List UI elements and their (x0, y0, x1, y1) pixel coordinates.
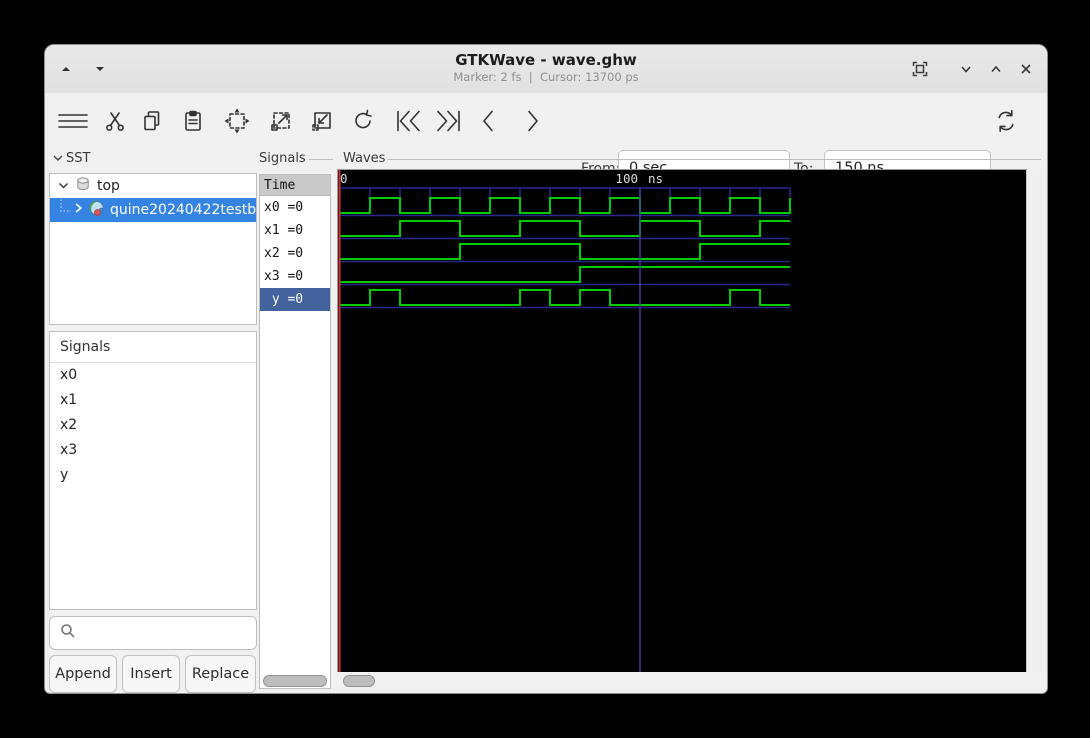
sst-tree: top quine20240422testbench (49, 173, 257, 325)
expander-chevron-down-icon (58, 178, 69, 194)
titlebar: GTKWave - wave.ghw Marker: 2 fs | Cursor… (45, 45, 1047, 94)
frame-line (388, 158, 1041, 160)
undo-button[interactable] (345, 103, 381, 139)
double-chevron-right-bar-icon (434, 108, 462, 134)
time-header[interactable]: Time (260, 175, 330, 196)
waveform-trace-x2 (340, 243, 790, 260)
fullscreen-icon (910, 59, 930, 79)
close-button[interactable] (1013, 56, 1039, 82)
signals-frame-label-row: Signals (259, 151, 333, 166)
signal-value-row[interactable]: x2 =0 (260, 242, 330, 265)
signal-browser-items: x0 x1 x2 x3 y (50, 363, 256, 488)
double-chevron-left-bar-icon (395, 108, 423, 134)
shift-right-button[interactable] (514, 103, 550, 139)
scrollbar-thumb[interactable] (343, 675, 375, 687)
signal-value-row[interactable]: x1 =0 (260, 219, 330, 242)
gtkwave-window: GTKWave - wave.ghw Marker: 2 fs | Cursor… (44, 44, 1048, 694)
signal-browser-item-x0[interactable]: x0 (50, 363, 256, 388)
sst-section-header[interactable]: SST (53, 151, 123, 166)
tree-node-label: quine20240422testbench (110, 202, 256, 218)
architecture-sphere-icon (88, 200, 105, 221)
signal-value-list: Time x0 =0 x1 =0 x2 =0 x3 =0 y =0 (259, 174, 331, 689)
signal-browser-item-y[interactable]: y (50, 463, 256, 488)
chevron-down-icon (958, 61, 974, 77)
tree-guide-lines (58, 198, 72, 222)
titlebar-text: GTKWave - wave.ghw Marker: 2 fs | Cursor… (45, 50, 1047, 85)
zoom-in-icon (268, 108, 294, 134)
reload-icon (993, 108, 1019, 134)
copy-icon (140, 109, 164, 133)
tree-node-label: top (97, 178, 120, 194)
signal-value-row[interactable]: y =0 (260, 288, 330, 311)
hamburger-menu-icon (57, 109, 89, 133)
maximize-button[interactable] (983, 56, 1009, 82)
window-subtitle: Marker: 2 fs | Cursor: 13700 ps (453, 70, 639, 84)
timeline-label: 100 (615, 171, 638, 186)
sst-label: SST (66, 151, 91, 166)
module-cylinder-icon (75, 176, 91, 196)
toolbar: From: 0 sec To: 150 ns (45, 93, 1047, 187)
scrollbar-thumb[interactable] (263, 675, 327, 687)
zoom-out-button[interactable] (304, 103, 340, 139)
menu-button[interactable] (55, 103, 91, 139)
zoom-in-button[interactable] (263, 103, 299, 139)
tree-node-top[interactable]: top (50, 174, 256, 198)
waves-vscrollbar[interactable] (1026, 170, 1042, 672)
expander-chevron-right-icon (74, 202, 83, 218)
cut-button[interactable] (97, 103, 133, 139)
search-icon (60, 623, 76, 643)
signal-value-row[interactable]: x3 =0 (260, 265, 330, 288)
signals-frame-label: Signals (259, 151, 306, 166)
paste-button[interactable] (175, 103, 211, 139)
zoom-out-icon (309, 108, 335, 134)
undo-icon (350, 108, 376, 134)
waveform-trace-x1 (340, 220, 790, 237)
minimize-button[interactable] (953, 56, 979, 82)
signal-value-rows: x0 =0 x1 =0 x2 =0 x3 =0 y =0 (260, 196, 330, 311)
wave-canvas[interactable]: 0 100 ns (337, 169, 1027, 672)
zoom-fit-button[interactable] (219, 103, 255, 139)
signal-browser-item-x3[interactable]: x3 (50, 438, 256, 463)
chevron-up-icon (988, 61, 1004, 77)
window-title: GTKWave - wave.ghw (455, 51, 637, 69)
signal-browser-header: Signals (50, 332, 256, 363)
go-to-start-button[interactable] (391, 103, 427, 139)
search-input[interactable] (49, 616, 257, 650)
timeline-label-unit: ns (648, 171, 663, 186)
waveform-trace-x0 (340, 197, 791, 214)
reload-button[interactable] (988, 103, 1024, 139)
go-to-end-button[interactable] (430, 103, 466, 139)
fullscreen-button[interactable] (907, 56, 933, 82)
replace-button[interactable]: Replace (185, 655, 256, 693)
waves-hscrollbar[interactable] (338, 673, 1041, 689)
insert-button[interactable]: Insert (122, 655, 180, 693)
chevron-left-icon (478, 108, 500, 134)
chevron-down-icon (53, 151, 63, 166)
signal-value-row[interactable]: x0 =0 (260, 196, 330, 219)
scissors-icon (103, 109, 127, 133)
signal-browser-item-x2[interactable]: x2 (50, 413, 256, 438)
signal-browser: Signals x0 x1 x2 x3 y (49, 331, 257, 610)
append-button[interactable]: Append (49, 655, 117, 693)
copy-button[interactable] (134, 103, 170, 139)
waveform-trace-y (340, 289, 790, 306)
waveform-plot: 0 100 ns (338, 170, 791, 672)
tree-node-testbench[interactable]: quine20240422testbench (50, 198, 256, 222)
shift-left-button[interactable] (471, 103, 507, 139)
waveform-trace-x3 (340, 266, 790, 283)
signal-browser-item-x1[interactable]: x1 (50, 388, 256, 413)
timeline-label: 0 (340, 171, 348, 186)
clipboard-icon (181, 109, 205, 133)
waves-frame-label: Waves (343, 151, 386, 166)
frame-line (308, 158, 333, 160)
zoom-fit-icon (224, 108, 250, 134)
values-hscrollbar[interactable] (259, 673, 331, 689)
close-icon (1018, 61, 1034, 77)
chevron-right-icon (521, 108, 543, 134)
waves-frame-label-row: Waves (343, 151, 1041, 166)
